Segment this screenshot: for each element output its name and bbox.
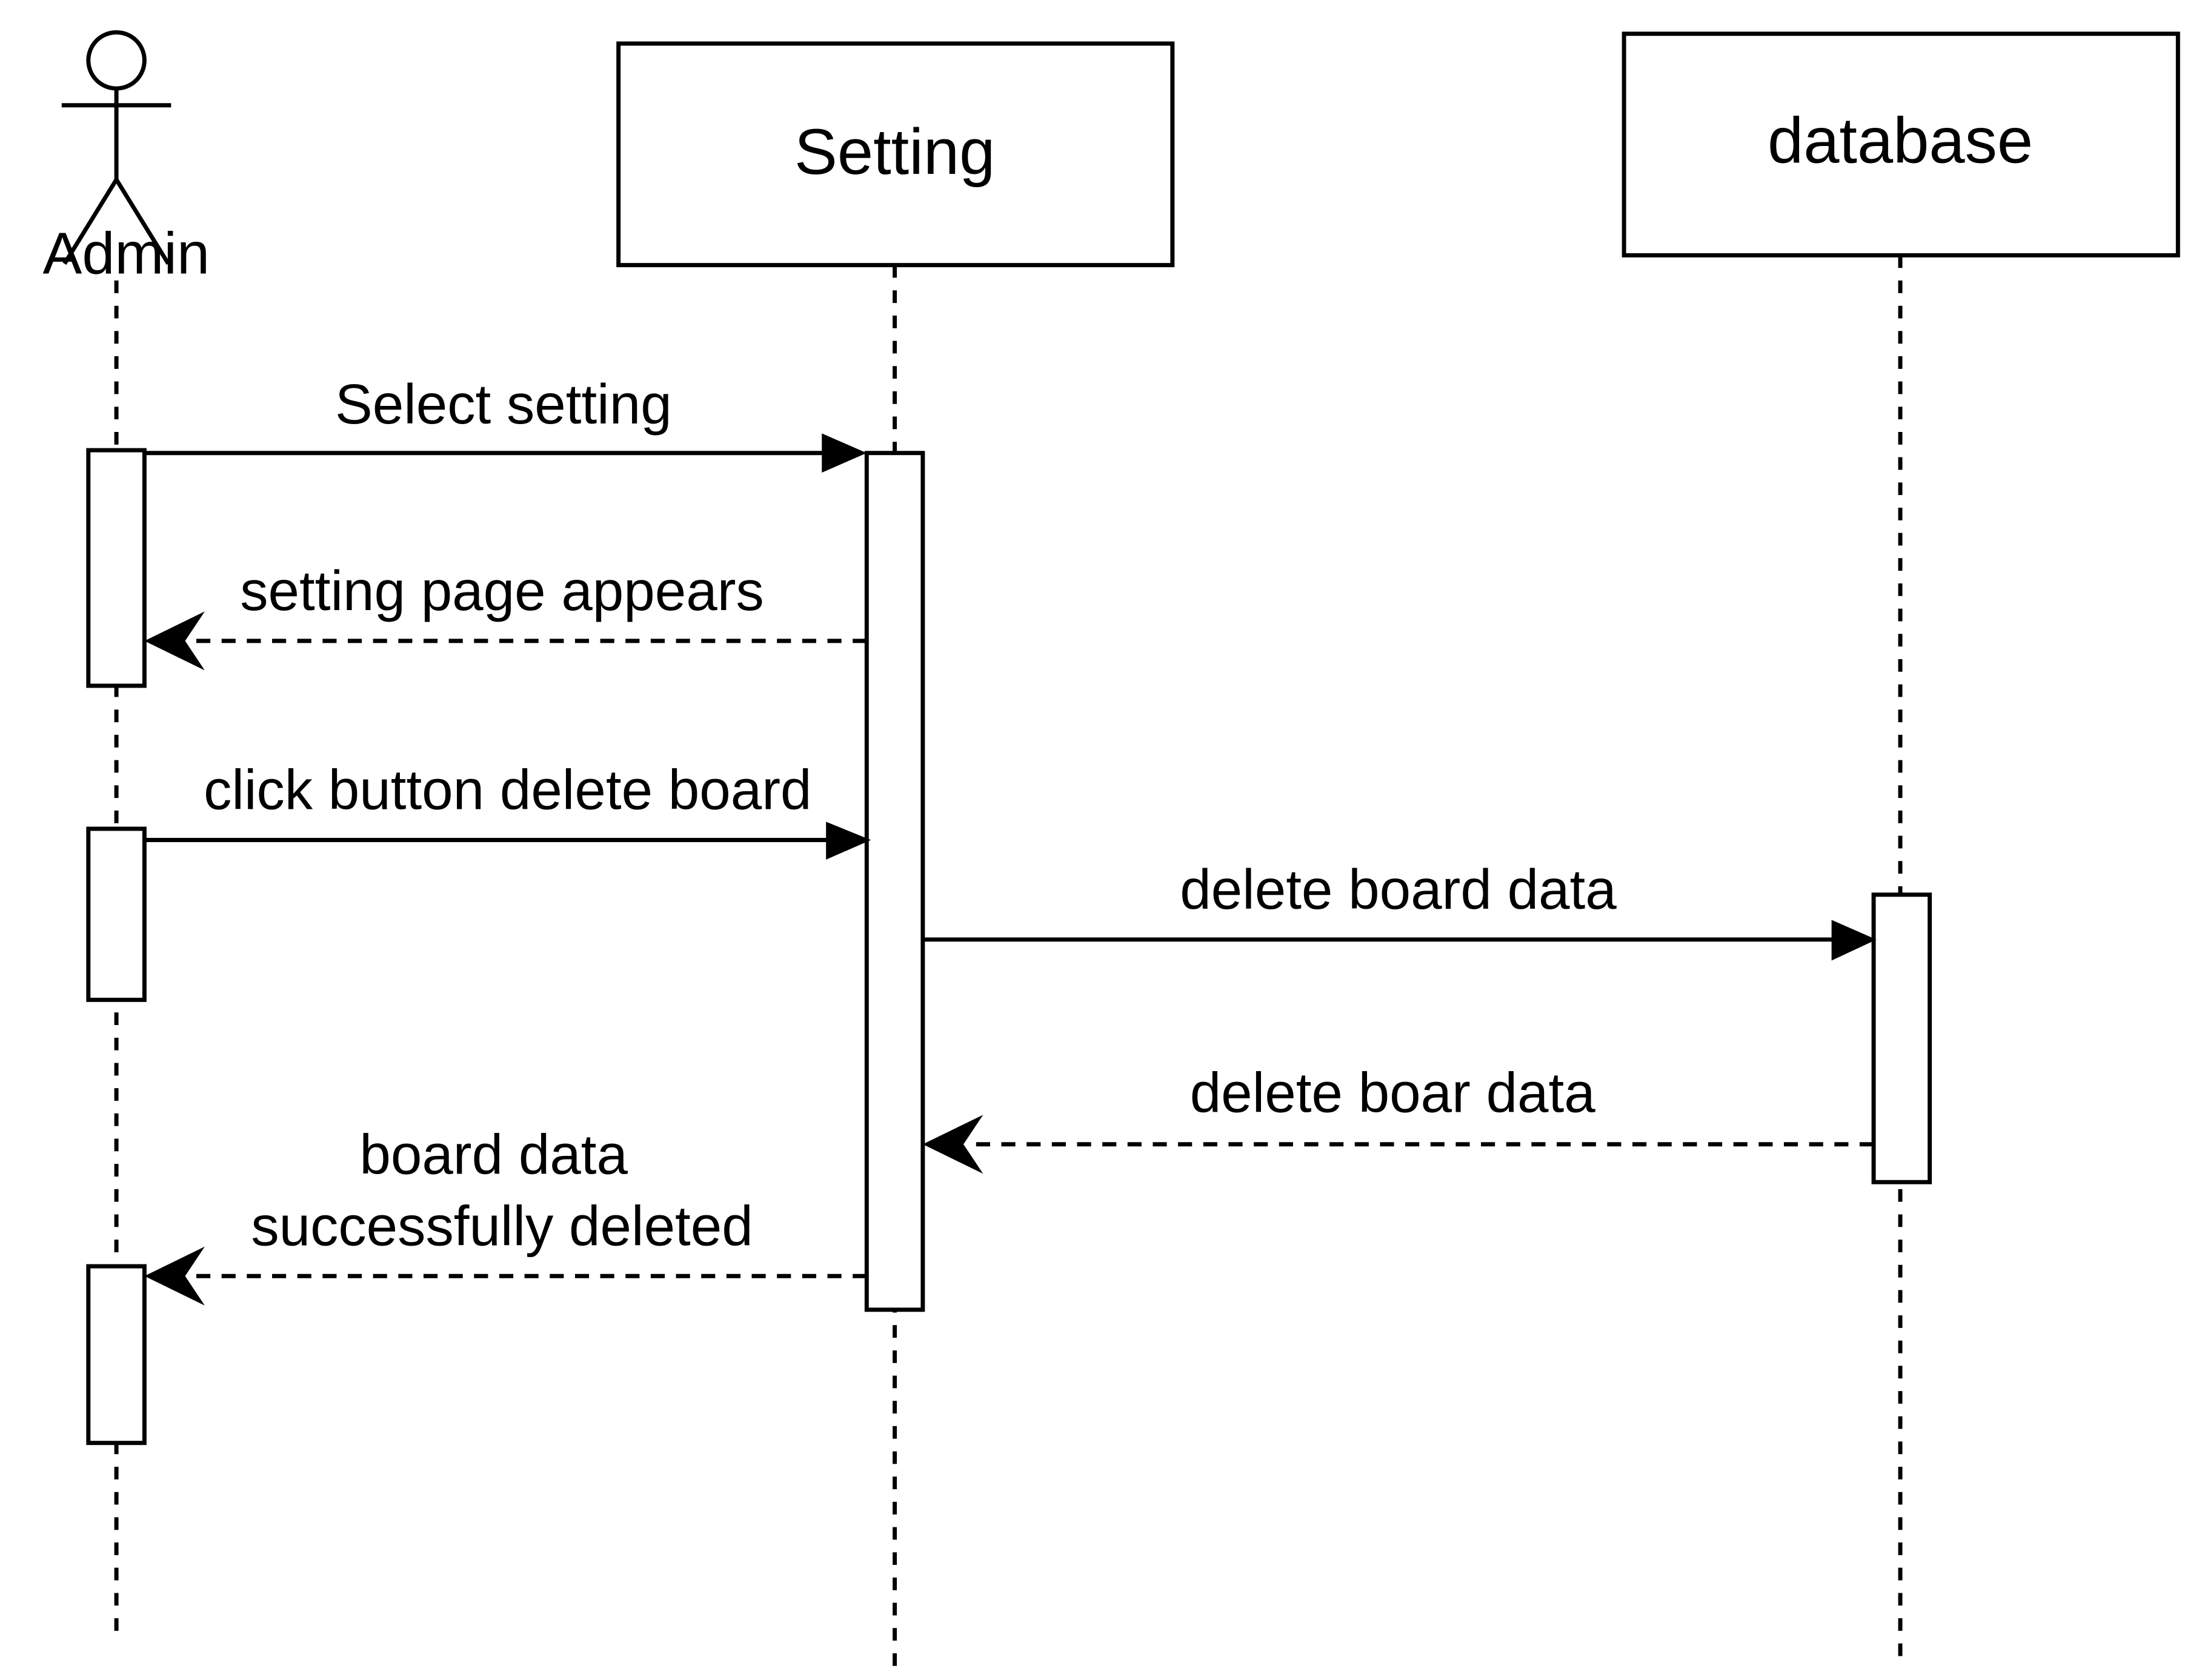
activation-admin-1 [86, 448, 147, 688]
activation-database [1871, 892, 1932, 1184]
actor-admin: Admin [43, 30, 210, 286]
message-label: click button delete board [204, 759, 811, 822]
actor-head [86, 30, 147, 91]
sequence-diagram: Admin Setting database Select setting se… [43, 30, 2180, 1669]
message-label: delete boar data [1190, 1061, 1596, 1124]
actor-label: Admin [43, 220, 210, 286]
arrowhead-filled-icon [1831, 920, 1877, 961]
message-delete-boar-data: delete boar data [922, 1061, 1874, 1174]
message-setting-page-appears: setting page appears [144, 559, 867, 671]
participant-setting-label: Setting [794, 116, 995, 188]
message-label-line-2: successfully deleted [251, 1194, 753, 1257]
message-delete-board-data: delete board data [922, 858, 1877, 961]
arrowhead-filled-icon [826, 822, 871, 860]
activation-admin-2 [86, 826, 147, 1002]
message-label: setting page appears [240, 559, 764, 622]
arrowhead-open-icon [144, 1246, 205, 1306]
arrowhead-filled-icon [822, 433, 867, 473]
message-board-data-successfully-deleted: board data successfully deleted [144, 1123, 867, 1306]
message-label: delete board data [1180, 858, 1617, 921]
activation-setting [864, 451, 925, 1312]
activation-admin-3 [86, 1264, 147, 1446]
message-label: Select setting [335, 373, 672, 436]
arrowhead-open-icon [922, 1115, 983, 1174]
message-select-setting: Select setting [144, 373, 867, 473]
message-label-line-1: board data [359, 1123, 628, 1186]
arrowhead-open-icon [144, 611, 205, 671]
message-click-button-delete-board: click button delete board [144, 759, 871, 860]
participant-database-label: database [1768, 105, 2033, 177]
